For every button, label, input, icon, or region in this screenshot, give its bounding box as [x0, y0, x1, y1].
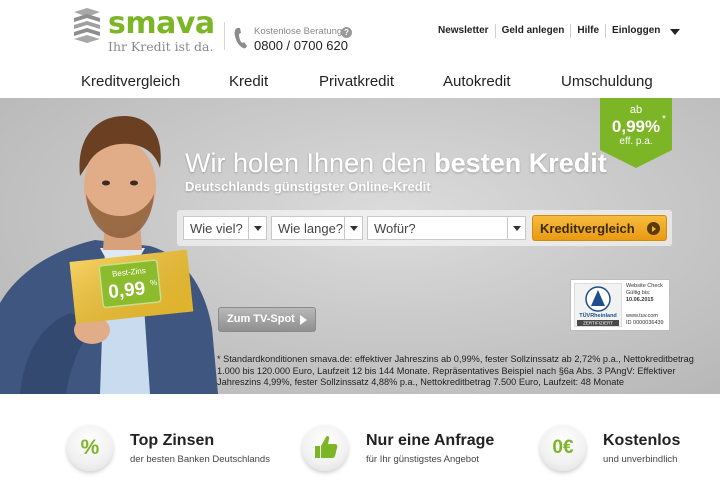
feature-title: Nur eine Anfrage — [366, 432, 495, 449]
chevron-down-icon[interactable] — [248, 217, 266, 239]
hero-subtitle: Deutschlands günstigster Online-Kredit — [185, 179, 431, 194]
header-divider — [224, 22, 225, 50]
login-link[interactable]: Einloggen — [606, 24, 666, 38]
card-rate: 0,99 — [107, 278, 146, 303]
hero-banner: Best-Zins 0,99 % Wir holen Ihnen den bes… — [0, 98, 720, 394]
nav-item-privatkredit[interactable]: Privatkredit — [319, 73, 394, 90]
consultation-label: Kostenlose Beratung — [254, 26, 343, 37]
thumbs-up-icon — [302, 425, 348, 471]
newsletter-link[interactable]: Newsletter — [432, 24, 496, 38]
chevron-down-icon[interactable] — [344, 217, 362, 239]
smava-logo[interactable]: smava Ihr Kredit ist da. — [72, 6, 215, 54]
tuv-logo-icon: TÜVRheinland ZERTIFIZIERT — [574, 283, 622, 327]
feature-title: Top Zinsen — [130, 432, 215, 449]
kreditvergleich-button[interactable]: Kreditvergleich — [532, 215, 667, 241]
help-icon[interactable]: ? — [341, 27, 352, 38]
rate-badge: ab 0,99% * eff. p.a. — [600, 98, 672, 168]
amount-select-value: Wie viel? — [190, 221, 243, 236]
hero-person-image: Best-Zins 0,99 % — [0, 116, 218, 394]
feature-description: und unverbindlich — [603, 454, 678, 465]
smava-logo-icon — [74, 8, 100, 43]
nav-item-kredit[interactable]: Kredit — [229, 73, 268, 90]
play-icon — [300, 315, 307, 325]
main-navigation: Kreditvergleich Kredit Privatkredit Auto… — [0, 64, 720, 98]
feature-title: Kostenlos — [603, 432, 681, 449]
tuv-line: Gültig bis: — [626, 290, 651, 296]
tuv-line: ID 0000036439 — [626, 320, 664, 326]
percent-icon: % — [67, 425, 113, 471]
thumbs-up-glyph — [315, 435, 338, 458]
nav-item-autokredit[interactable]: Autokredit — [443, 73, 511, 90]
tuv-certified: ZERTIFIZIERT — [583, 321, 613, 326]
nav-item-kreditvergleich[interactable]: Kreditvergleich — [81, 73, 180, 90]
feature-description: der besten Banken Deutschlands — [130, 454, 270, 465]
tuv-line: Website Check — [626, 283, 663, 289]
duration-select[interactable]: Wie lange? — [271, 216, 363, 240]
chevron-down-icon[interactable] — [507, 217, 525, 239]
phone-number[interactable]: 0800 / 0700 620 — [254, 38, 348, 53]
nav-item-umschuldung[interactable]: Umschuldung — [561, 73, 653, 90]
hero-title-regular: Wir holen Ihnen den — [185, 148, 435, 178]
brand-tagline: Ihr Kredit ist da. — [108, 39, 214, 54]
zero-euro-glyph: 0€ — [552, 437, 574, 458]
chevron-down-icon[interactable] — [670, 29, 681, 35]
invest-link[interactable]: Geld anlegen — [496, 24, 572, 38]
help-link[interactable]: Hilfe — [571, 24, 607, 38]
tuv-line: 10.06.2015 — [626, 297, 654, 303]
tuv-line: www.tuv.com — [626, 313, 658, 319]
site-header: smava Ihr Kredit ist da. Kostenlose Bera… — [0, 0, 720, 64]
badge-asterisk: * — [662, 114, 666, 125]
tv-spot-button[interactable]: Zum TV-Spot — [218, 307, 316, 332]
purpose-select-value: Wofür? — [374, 221, 416, 236]
hero-title: Wir holen Ihnen den besten Kredit — [185, 148, 607, 179]
hero-title-bold: besten Kredit — [434, 148, 607, 178]
brand-name: smava — [108, 6, 215, 41]
phone-icon — [234, 28, 247, 49]
tuv-name: TÜVRheinland — [579, 312, 617, 319]
tuv-certificate[interactable]: TÜVRheinland ZERTIFIZIERT Website Check … — [570, 279, 670, 331]
purpose-select[interactable]: Wofür? — [367, 216, 526, 240]
conditions-footnote: * Standardkonditionen smava.de: effektiv… — [217, 354, 694, 387]
badge-suffix: eff. p.a. — [619, 136, 653, 147]
duration-select-value: Wie lange? — [278, 221, 344, 236]
card-percent: % — [150, 278, 158, 288]
tv-spot-button-label: Zum TV-Spot — [227, 313, 295, 325]
zero-euro-icon: 0€ — [540, 425, 586, 471]
amount-select[interactable]: Wie viel? — [183, 216, 267, 240]
kreditvergleich-button-label: Kreditvergleich — [540, 221, 635, 236]
loan-search-form: Wie viel? Wie lange? Wofür? Kreditvergle… — [177, 210, 672, 246]
tuv-details: Website Check Gültig bis: 10.06.2015 www… — [626, 283, 664, 327]
percent-glyph: % — [80, 436, 100, 459]
top-navigation: Newsletter Geld anlegen Hilfe Einloggen — [432, 23, 681, 39]
play-icon — [647, 222, 660, 235]
feature-description: für Ihr günstigstes Angebot — [366, 454, 480, 465]
